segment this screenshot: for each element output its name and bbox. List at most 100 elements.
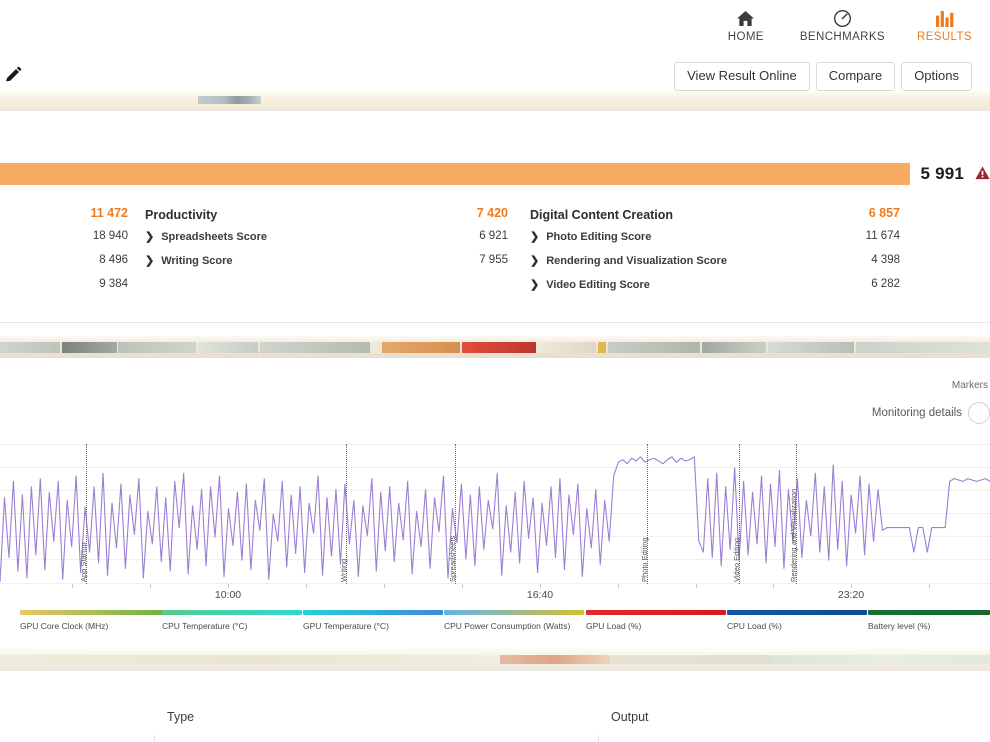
- banner-fragment: [500, 655, 610, 664]
- x-axis-tick: [462, 584, 463, 588]
- warning-triangle-icon[interactable]: [975, 165, 990, 185]
- options-button[interactable]: Options: [901, 62, 972, 92]
- nav-item-benchmarks[interactable]: BENCHMARKS: [800, 8, 885, 43]
- banner-fragment: [0, 655, 500, 664]
- banner-gradient: [0, 92, 990, 110]
- legend-item[interactable]: GPU Load (%): [586, 610, 726, 631]
- column-header-output: Output: [611, 710, 649, 724]
- x-axis-tick: [540, 584, 541, 588]
- productivity-title-slot: Productivity: [145, 206, 217, 224]
- dcc-header-row: 7 420 Digital Content Creation 6 857: [470, 206, 990, 230]
- monitoring-details-control[interactable]: Monitoring details: [872, 402, 990, 424]
- banner-fragment: [62, 342, 117, 353]
- score-progress-bar: [0, 163, 910, 185]
- rendering-right-value: 4 398: [871, 254, 900, 266]
- writing-label-slot[interactable]: ❯ Writing Score: [145, 254, 233, 268]
- pencil-icon[interactable]: [4, 66, 22, 84]
- banner-fragment: [382, 342, 460, 353]
- dcc-right-score: 6 857: [868, 206, 900, 220]
- x-axis-tick: [306, 584, 307, 588]
- productivity-header-row: 11 472 Productivity: [0, 206, 470, 230]
- productivity-title: Productivity: [145, 208, 218, 222]
- x-axis-tick: [228, 584, 229, 588]
- chart-marker-label: Writing: [339, 558, 348, 582]
- photo-editing-row[interactable]: 6 921 ❯ Photo Editing Score 11 674: [470, 230, 990, 254]
- banner-fragment: [538, 342, 596, 353]
- chart-marker-label: Spreadsheets: [448, 535, 457, 582]
- x-axis-tick: [696, 584, 697, 588]
- top-navigation-bar: HOME BENCHMARKS RESULTS: [0, 0, 990, 56]
- productivity-extra-value-slot: 9 384: [0, 278, 128, 290]
- markers-toggle-label[interactable]: Markers: [952, 380, 988, 391]
- banner-fragment: [768, 342, 854, 353]
- gauge-icon: [833, 8, 852, 28]
- spreadsheets-value-slot: 18 940: [0, 230, 128, 242]
- result-toolbar: View Result Online Compare Options: [674, 62, 972, 92]
- divider-top: [0, 110, 990, 111]
- banner-fragment: [260, 342, 370, 353]
- monitoring-plot[interactable]: App Startup Writing Spreadsheets Photo Edit…: [0, 444, 990, 584]
- x-axis-tick-label: 23:20: [837, 589, 865, 601]
- legend-swatch: [303, 610, 443, 615]
- nav-item-home-label: HOME: [727, 31, 764, 43]
- rendering-right-slot: 4 398: [470, 254, 900, 266]
- chevron-right-icon[interactable]: ❯: [145, 230, 154, 243]
- chart-marker-label: Photo Editing: [640, 537, 649, 582]
- x-axis-tick: [851, 584, 852, 588]
- legend-item[interactable]: GPU Temperature (°C): [303, 610, 443, 631]
- legend-label: CPU Load (%): [727, 621, 782, 631]
- nav-items: HOME BENCHMARKS RESULTS: [724, 8, 972, 43]
- chevron-right-icon[interactable]: ❯: [145, 254, 154, 267]
- nav-item-results-label: RESULTS: [917, 31, 972, 43]
- rendering-row[interactable]: 7 955 ❯ Rendering and Visualization Scor…: [470, 254, 990, 278]
- x-axis-tick: [150, 584, 151, 588]
- score-columns: 11 472 Productivity 18 940 ❯ Spreadsheet…: [0, 206, 990, 310]
- legend-item[interactable]: CPU Power Consumption (Watts): [444, 610, 584, 631]
- legend-label: Battery level (%): [868, 621, 931, 631]
- legend-swatch: [586, 610, 726, 615]
- banner-fragment: [702, 342, 766, 353]
- legend-label: CPU Power Consumption (Watts): [444, 621, 571, 631]
- nav-item-home[interactable]: HOME: [724, 8, 768, 43]
- x-axis-tick: [929, 584, 930, 588]
- banner-fragment: [610, 655, 770, 664]
- result-page: HOME BENCHMARKS RESULTS View Result Onli…: [0, 0, 990, 742]
- banner-fragment: [462, 342, 536, 353]
- view-result-online-button[interactable]: View Result Online: [674, 62, 810, 92]
- nav-item-results[interactable]: RESULTS: [917, 8, 972, 43]
- spreadsheets-value: 18 940: [92, 230, 128, 242]
- chart-legend: GPU Core Clock (MHz) CPU Temperature (°C)…: [0, 610, 990, 640]
- x-axis-tick-label: 10:00: [214, 589, 242, 601]
- video-editing-right-value: 6 282: [871, 278, 900, 290]
- productivity-extra-value: 9 384: [99, 278, 128, 290]
- details-table: Type Output: [0, 676, 990, 742]
- spreadsheets-row[interactable]: 18 940 ❯ Spreadsheets Score: [0, 230, 470, 254]
- chart-marker-label: Rendering and Visualization: [789, 488, 798, 582]
- bottom-banner-image: [0, 648, 990, 670]
- top-banner-image: [0, 92, 990, 110]
- photo-editing-right-value: 11 674: [865, 230, 900, 242]
- video-editing-row[interactable]: ❯ Video Editing Score 6 282: [470, 278, 990, 302]
- banner-fragment: [608, 342, 700, 353]
- spreadsheets-label-slot[interactable]: ❯ Spreadsheets Score: [145, 230, 267, 244]
- compare-button[interactable]: Compare: [815, 62, 896, 92]
- writing-row[interactable]: 8 496 ❯ Writing Score: [0, 254, 470, 278]
- banner-image-fragment: [198, 96, 261, 104]
- table-column-divider: [154, 735, 155, 742]
- legend-item[interactable]: CPU Temperature (°C): [162, 610, 302, 631]
- banner-fragment: [198, 342, 258, 353]
- middle-banner-image: [0, 336, 990, 358]
- overall-score-value: 5 991: [921, 164, 990, 185]
- legend-item[interactable]: Battery level (%): [868, 610, 990, 631]
- x-axis-tick: [384, 584, 385, 588]
- photo-editing-right-slot: 11 674: [470, 230, 900, 242]
- x-axis-tick-label: 16:40: [526, 589, 554, 601]
- legend-item[interactable]: CPU Load (%): [727, 610, 867, 631]
- writing-label: Writing Score: [161, 254, 233, 267]
- x-axis-tick: [773, 584, 774, 588]
- spreadsheets-label: Spreadsheets Score: [161, 230, 267, 243]
- monitoring-details-toggle[interactable]: [968, 402, 990, 424]
- chart-marker-label: App Startup: [79, 542, 88, 582]
- legend-item[interactable]: GPU Core Clock (MHz): [20, 610, 168, 631]
- legend-swatch: [20, 610, 168, 615]
